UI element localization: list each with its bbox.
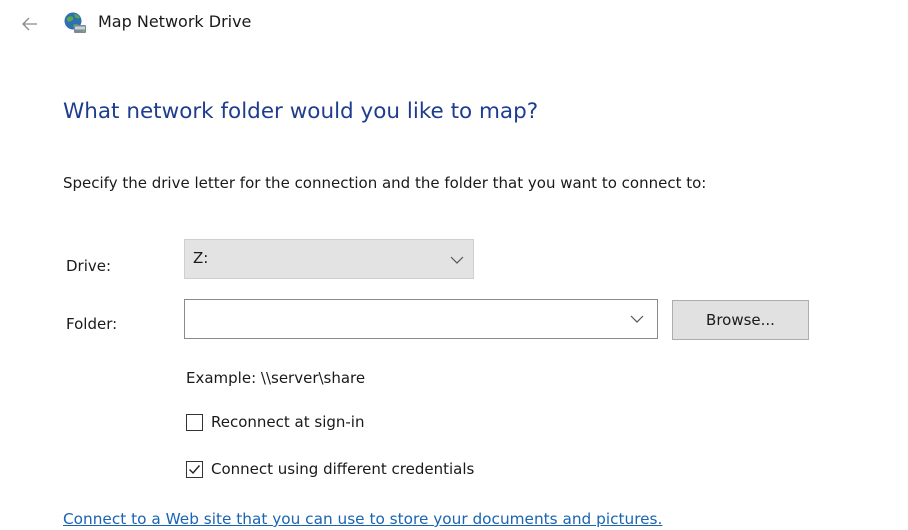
- example-text: Example: \\server\share: [186, 369, 366, 387]
- drive-select[interactable]: Z:: [184, 239, 474, 279]
- folder-combobox: [184, 299, 658, 339]
- browse-button[interactable]: Browse...: [672, 300, 809, 340]
- checkmark-icon: [189, 464, 201, 474]
- network-drive-icon: [64, 12, 86, 33]
- credentials-checkbox[interactable]: [186, 460, 203, 478]
- reconnect-checkbox[interactable]: [186, 413, 203, 431]
- folder-label: Folder:: [66, 315, 118, 333]
- instructions-text: Specify the drive letter for the connect…: [63, 174, 707, 192]
- drive-select-value: Z:: [193, 249, 209, 267]
- page-heading: What network folder would you like to ma…: [63, 99, 539, 124]
- reconnect-label: Reconnect at sign-in: [211, 413, 365, 431]
- back-button[interactable]: [12, 6, 48, 42]
- chevron-down-icon: [450, 256, 464, 264]
- back-arrow-icon: [22, 17, 37, 31]
- web-site-link[interactable]: Connect to a Web site that you can use t…: [63, 510, 662, 528]
- folder-input[interactable]: [186, 301, 616, 337]
- credentials-label: Connect using different credentials: [211, 460, 475, 478]
- folder-dropdown-button[interactable]: [617, 300, 657, 338]
- drive-label: Drive:: [66, 257, 112, 275]
- reconnect-option[interactable]: Reconnect at sign-in: [186, 411, 364, 433]
- window-title: Map Network Drive: [98, 12, 252, 31]
- chevron-down-icon: [630, 315, 644, 323]
- credentials-option[interactable]: Connect using different credentials: [186, 458, 474, 480]
